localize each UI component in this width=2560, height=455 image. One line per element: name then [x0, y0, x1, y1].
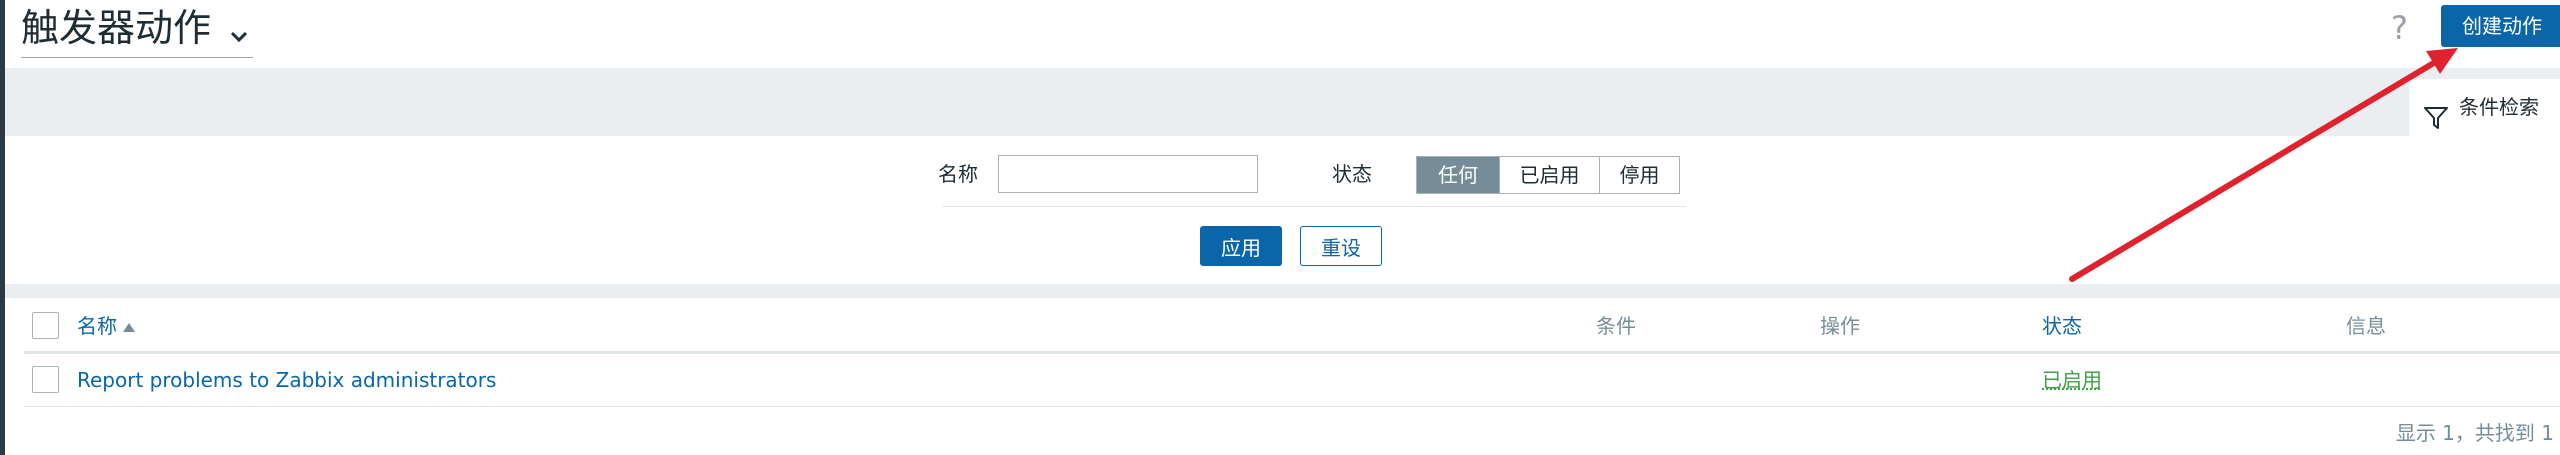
- sort-ascending-icon: [123, 323, 135, 332]
- action-name-link[interactable]: Report problems to Zabbix administrators: [77, 354, 496, 407]
- table-row: Report problems to Zabbix administrators…: [24, 354, 2560, 407]
- chevron-down-icon[interactable]: [229, 5, 249, 57]
- section-divider: [5, 284, 2560, 298]
- filter-divider: [942, 206, 1686, 207]
- help-icon[interactable]: ?: [2391, 8, 2408, 48]
- name-filter-input[interactable]: [998, 155, 1258, 193]
- actions-table: 名称 条件 操作 状态 信息 Report problems to Zabbix…: [24, 298, 2560, 455]
- reset-button[interactable]: 重设: [1300, 226, 1382, 266]
- filter-panel: 名称 状态 任何 已启用 停用 应用 重设: [24, 136, 2560, 284]
- select-all-checkbox[interactable]: [32, 312, 59, 339]
- status-option-disabled[interactable]: 停用: [1599, 157, 1679, 193]
- result-count: 显示 1，共找到 1: [2395, 421, 2554, 445]
- status-toggle-link[interactable]: 已启用: [2042, 354, 2102, 407]
- row-select-checkbox[interactable]: [32, 366, 59, 393]
- column-header-operations: 操作: [1820, 314, 1860, 338]
- column-header-info: 信息: [2346, 314, 2386, 338]
- status-filter-label: 状态: [1332, 162, 1372, 186]
- create-action-button[interactable]: 创建动作: [2441, 5, 2560, 47]
- name-filter-label: 名称: [938, 162, 978, 186]
- status-option-enabled[interactable]: 已启用: [1499, 157, 1599, 193]
- filter-tab-bar: 条件检索: [5, 68, 2560, 137]
- table-header-row: 名称 条件 操作 状态 信息: [24, 298, 2560, 354]
- tab-filter[interactable]: 条件检索: [2409, 79, 2560, 137]
- page-title: 触发器动作: [21, 6, 212, 50]
- status-filter-segmented-control: 任何 已启用 停用: [1416, 156, 1680, 194]
- page-title-dropdown[interactable]: 触发器动作: [21, 2, 254, 58]
- page-header: 触发器动作 ? 创建动作: [5, 0, 2560, 68]
- column-header-status[interactable]: 状态: [2042, 298, 2082, 354]
- column-header-name[interactable]: 名称: [77, 298, 135, 354]
- filter-tab-label: 条件检索: [2459, 95, 2539, 119]
- apply-button[interactable]: 应用: [1200, 226, 1282, 266]
- status-option-any[interactable]: 任何: [1417, 157, 1499, 193]
- column-header-conditions: 条件: [1596, 314, 1636, 338]
- column-header-name-label: 名称: [77, 314, 117, 338]
